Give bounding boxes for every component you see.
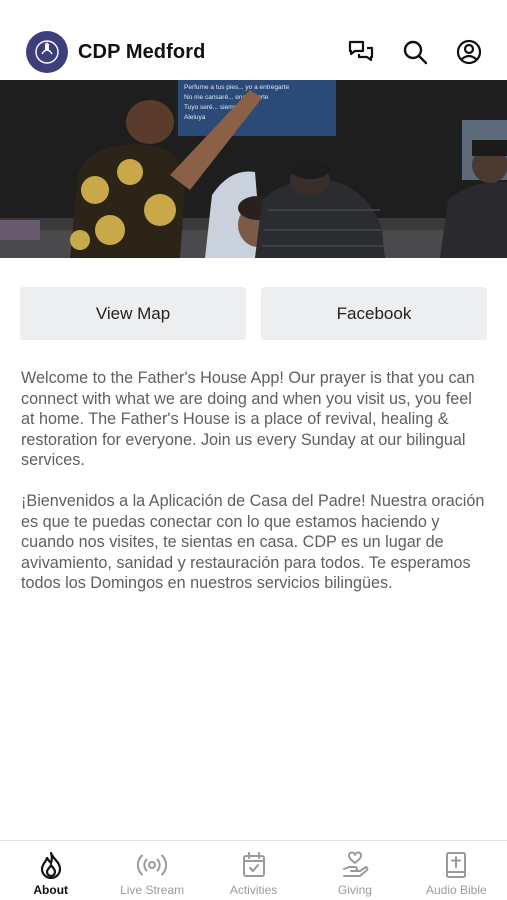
bottom-tab-bar: About Live Stream Activities Giving Audi… bbox=[0, 840, 507, 900]
tab-about[interactable]: About bbox=[0, 841, 101, 900]
tab-label-activities: Activities bbox=[229, 883, 278, 897]
facebook-button[interactable]: Facebook bbox=[261, 287, 487, 340]
tab-label-about: About bbox=[33, 883, 69, 897]
tab-audio-bible[interactable]: Audio Bible bbox=[406, 841, 507, 900]
tab-label-live-stream: Live Stream bbox=[120, 883, 185, 897]
view-map-button[interactable]: View Map bbox=[20, 287, 246, 340]
church-logo-icon[interactable] bbox=[26, 31, 68, 73]
hero-image: Perfume a tus pies... yo a entregarte No… bbox=[0, 80, 507, 258]
status-bar bbox=[0, 0, 507, 24]
screen-line-1: Perfume a tus pies... yo a entregarte bbox=[184, 84, 290, 91]
chat-icon[interactable] bbox=[343, 34, 379, 70]
screen-line-4: Aleluya bbox=[184, 114, 206, 121]
giving-hand-icon bbox=[340, 850, 370, 880]
bible-icon bbox=[441, 850, 471, 880]
tab-label-giving: Giving bbox=[337, 883, 372, 897]
welcome-text-spanish: ¡Bienvenidos a la Aplicación de Casa del… bbox=[21, 492, 485, 592]
app-header: CDP Medford bbox=[0, 24, 507, 80]
broadcast-icon bbox=[137, 850, 168, 880]
welcome-text-english: Welcome to the Father's House App! Our p… bbox=[21, 369, 475, 469]
action-buttons: View Map Facebook bbox=[20, 287, 487, 340]
search-icon[interactable] bbox=[397, 34, 433, 70]
tab-giving[interactable]: Giving bbox=[304, 841, 405, 900]
flame-icon bbox=[36, 850, 66, 880]
app-title: CDP Medford bbox=[78, 40, 206, 63]
tab-activities[interactable]: Activities bbox=[203, 841, 304, 900]
account-icon[interactable] bbox=[451, 34, 487, 70]
welcome-content: Welcome to the Father's House App! Our p… bbox=[21, 368, 489, 614]
tab-live-stream[interactable]: Live Stream bbox=[101, 841, 202, 900]
calendar-check-icon bbox=[239, 850, 269, 880]
tab-label-audio-bible: Audio Bible bbox=[425, 883, 487, 897]
